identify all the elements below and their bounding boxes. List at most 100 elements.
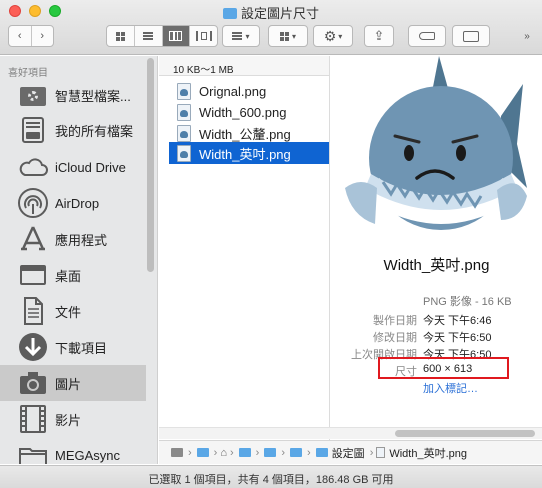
path-separator: ›: [255, 446, 260, 459]
action-button[interactable]: ⚙ ▾: [313, 25, 353, 47]
sidebar-item-desktop[interactable]: 桌面: [0, 257, 146, 293]
sidebar-item-airdrop[interactable]: AirDrop: [0, 185, 146, 221]
horizontal-scrollbar[interactable]: [159, 427, 542, 439]
expand-icon: »: [524, 30, 530, 42]
shark-thumbnail: [345, 56, 527, 230]
scrollbar-thumb[interactable]: [395, 430, 535, 437]
sidebar-item-label: 桌面: [55, 268, 82, 284]
file-column: 10 KB～1 MB Orignal.png Width_600.png Wid…: [159, 56, 330, 440]
png-file-icon: [177, 144, 191, 162]
window-titlebar: 設定圖片尺寸 ‹ › ▾ ▾ ⚙ ▾ ⇪ »: [0, 0, 542, 55]
sidebar-item-documents[interactable]: 文件: [0, 293, 146, 329]
sidebar-item-applications[interactable]: 應用程式: [0, 221, 146, 257]
sidebar-scrollbar[interactable]: [147, 58, 154, 272]
gear-icon: ⚙: [323, 27, 337, 44]
meta-label: 製作日期: [373, 315, 417, 327]
file-row-width-600[interactable]: Width_600.png: [169, 101, 329, 123]
chevron-down-icon: ▾: [245, 31, 250, 41]
airdrop-icon: [17, 187, 49, 219]
status-bar: 已選取 1 個項目，共有 4 個項目，186.48 GB 可用: [0, 465, 542, 488]
arrange-icon: [232, 32, 243, 40]
sidebar-item-smart-folder[interactable]: 智慧型檔案...: [0, 77, 146, 113]
sidebar-item-megasync[interactable]: MEGAsync: [0, 437, 146, 464]
sidebar-item-movies[interactable]: 影片: [0, 401, 146, 437]
sidebar-item-label: 文件: [55, 304, 82, 320]
downloads-icon: [17, 331, 49, 363]
chevron-left-icon: ‹: [17, 30, 22, 42]
path-bar: › › ⌂ › › › › 設定圖 › Width_英吋.png: [159, 440, 542, 464]
share-icon: ⇪: [373, 28, 385, 43]
column-view-button[interactable]: [162, 26, 191, 46]
icon-view-button[interactable]: [107, 26, 135, 46]
folder-icon[interactable]: [196, 448, 209, 457]
all-files-icon: [17, 114, 49, 146]
path-separator: ›: [230, 446, 234, 459]
chevron-down-icon: ▾: [291, 31, 296, 41]
file-name: Width_600.png: [199, 104, 287, 120]
folder-icon[interactable]: [264, 448, 277, 457]
cover-flow-icon: [195, 31, 212, 41]
chevron-down-icon: ▾: [338, 31, 343, 41]
meta-label: 修改日期: [373, 332, 417, 344]
sidebar-item-label: 應用程式: [55, 232, 108, 248]
home-icon[interactable]: ⌂: [220, 447, 227, 459]
folder-icon: [222, 8, 237, 19]
file-row-orignal[interactable]: Orignal.png: [169, 80, 329, 102]
back-button[interactable]: ‹: [9, 26, 32, 46]
arrange-button[interactable]: ▾: [222, 25, 260, 47]
png-file-icon: [177, 82, 191, 100]
grid-icon: [115, 31, 125, 41]
path-segment[interactable]: Width_英吋.png: [389, 445, 467, 461]
forward-button[interactable]: ›: [32, 26, 54, 46]
group-button[interactable]: ▾: [268, 25, 308, 47]
add-tags-link[interactable]: 加入標記…: [423, 380, 478, 396]
path-separator: ›: [307, 446, 311, 459]
sidebar-item-all-files[interactable]: 我的所有檔案: [0, 112, 146, 148]
column-header: 10 KB～1 MB: [159, 56, 329, 76]
sidebar: 喜好項目 智慧型檔案... 我的所有檔案 iCloud Drive AirDro…: [0, 56, 158, 464]
applications-icon: [17, 223, 49, 255]
document-icon: [17, 295, 49, 327]
hard-drive-icon: [171, 448, 183, 457]
smart-folder-icon: [17, 79, 49, 111]
sidebar-item-label: 我的所有檔案: [55, 123, 134, 139]
file-name: Orignal.png: [199, 83, 267, 99]
preview-kind: PNG 影像 - 16 KB: [423, 296, 512, 308]
file-row-width-inch[interactable]: Width_英吋.png: [169, 142, 329, 164]
tag-icon: [419, 32, 435, 40]
share-button[interactable]: ⇪: [364, 25, 394, 47]
folder-icon[interactable]: [315, 448, 328, 457]
folder-icon: [17, 439, 49, 464]
path-separator: ›: [369, 446, 374, 459]
png-file-icon: [177, 103, 191, 121]
sidebar-item-label: 圖片: [55, 376, 82, 392]
sidebar-item-label: MEGAsync: [55, 447, 121, 463]
list-view-button[interactable]: [135, 26, 163, 46]
expand-toolbar-button[interactable]: »: [516, 25, 538, 47]
file-name: Width_英吋.png: [199, 146, 291, 162]
camera-icon: [17, 367, 49, 399]
sidebar-item-label: iCloud Drive: [55, 159, 126, 175]
cloud-icon: [17, 151, 49, 183]
sidebar-item-icloud[interactable]: iCloud Drive: [0, 149, 146, 185]
folder-icon[interactable]: [290, 448, 303, 457]
sidebar-item-label: AirDrop: [55, 195, 100, 211]
png-file-icon: [177, 124, 191, 142]
path-segment[interactable]: 設定圖: [332, 445, 365, 461]
path-separator: ›: [281, 446, 286, 459]
new-folder-button[interactable]: [452, 25, 490, 47]
cover-flow-button[interactable]: [190, 26, 217, 46]
file-name: Width_公釐.png: [199, 126, 291, 142]
sidebar-item-label: 影片: [55, 412, 82, 428]
folder-icon[interactable]: [238, 448, 251, 457]
tag-button[interactable]: [408, 25, 446, 47]
sidebar-item-pictures[interactable]: 圖片: [0, 365, 146, 401]
preview-pane: Width_英吋.png PNG 影像 - 16 KB 製作日期 今天 下午6:…: [331, 56, 542, 440]
chevron-right-icon: ›: [40, 30, 45, 42]
file-row-width-mm[interactable]: Width_公釐.png: [169, 122, 329, 144]
list-icon: [143, 32, 154, 40]
back-forward-control: ‹ ›: [8, 25, 54, 47]
sidebar-item-label: 下載項目: [55, 340, 108, 356]
window-title: 設定圖片尺寸: [0, 3, 542, 22]
sidebar-item-downloads[interactable]: 下載項目: [0, 329, 146, 365]
